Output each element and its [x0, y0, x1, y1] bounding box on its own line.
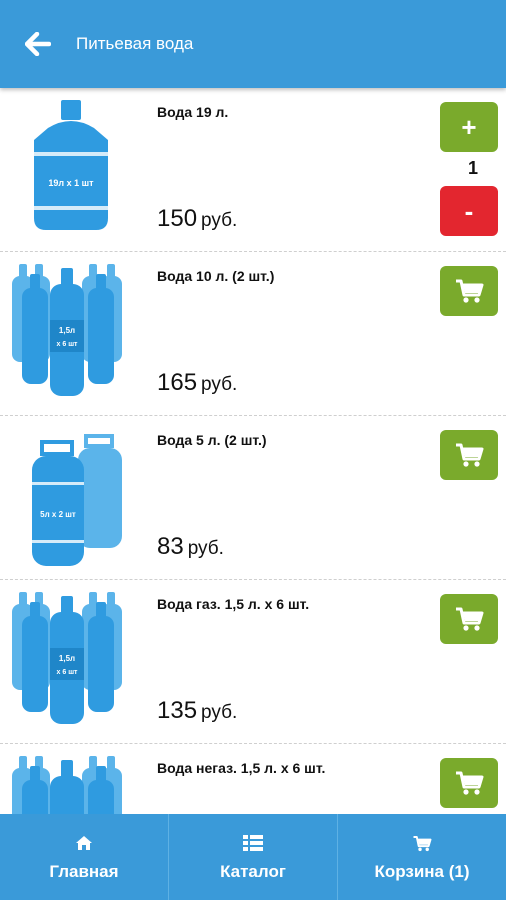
price-currency: руб. [201, 702, 238, 723]
product-item: 1,5л х 6 шт Вода 10 л. (2 шт.) 165 руб. [0, 252, 506, 416]
six-pack-image [12, 756, 122, 814]
list-icon [243, 835, 263, 851]
tab-label: Каталог [220, 862, 286, 881]
add-to-cart-button[interactable] [440, 758, 498, 808]
six-pack-image: 1,5л х 6 шт [12, 264, 122, 396]
cart-icon [413, 835, 432, 851]
app-bar: Питьевая вода [0, 0, 506, 88]
minus-icon: - [464, 195, 474, 226]
cart-icon [456, 279, 484, 303]
product-list: 19л х 1 шт Вода 19 л. 150 руб. + 1 - 1,5л… [0, 88, 506, 814]
page-title: Питьевая вода [76, 34, 194, 53]
decrease-quantity-button[interactable]: - [440, 186, 498, 236]
svg-text:х 6 шт: х 6 шт [57, 341, 79, 348]
product-item: 19л х 1 шт Вода 19 л. 150 руб. + 1 - [0, 88, 506, 252]
increase-quantity-button[interactable]: + [440, 102, 498, 152]
price-currency: руб. [201, 210, 238, 231]
bottle-19l-image: 19л х 1 шт [34, 100, 108, 230]
cart-icon [456, 443, 484, 467]
product-name: Вода негаз. 1,5 л. х 6 шт. [157, 760, 326, 776]
svg-text:1,5л: 1,5л [59, 326, 75, 335]
price-currency: руб. [201, 374, 238, 395]
product-price: 165 руб. [157, 369, 237, 397]
price-value: 83 [157, 533, 184, 560]
price-value: 135 [157, 697, 198, 724]
arrow-left-icon [25, 32, 51, 56]
price-currency: руб. [187, 538, 224, 559]
svg-text:х 6 шт: х 6 шт [57, 669, 79, 676]
product-name: Вода 19 л. [157, 104, 229, 120]
plus-icon: + [461, 111, 477, 142]
price-value: 165 [157, 369, 198, 396]
svg-text:19л х 1 шт: 19л х 1 шт [48, 178, 94, 188]
product-name: Вода газ. 1,5 л. х 6 шт. [157, 596, 310, 612]
svg-text:5л х 2 шт: 5л х 2 шт [40, 510, 76, 519]
product-price: 83 руб. [157, 533, 224, 561]
cart-icon [456, 771, 484, 795]
add-to-cart-button[interactable] [440, 594, 498, 644]
product-price: 135 руб. [157, 697, 237, 725]
tab-home[interactable]: Главная [0, 814, 168, 900]
back-button[interactable] [8, 0, 68, 88]
home-icon [76, 836, 92, 850]
tab-catalog[interactable]: Каталог [168, 814, 337, 900]
two-bottles-5l-image: 5л х 2 шт [32, 434, 122, 566]
product-item: Вода негаз. 1,5 л. х 6 шт. [0, 744, 506, 814]
product-name: Вода 10 л. (2 шт.) [157, 268, 275, 284]
cart-icon [456, 607, 484, 631]
product-name: Вода 5 л. (2 шт.) [157, 432, 267, 448]
add-to-cart-button[interactable] [440, 266, 498, 316]
six-pack-image: 1,5л х 6 шт [12, 592, 122, 724]
add-to-cart-button[interactable] [440, 430, 498, 480]
tab-label: Корзина (1) [374, 862, 470, 881]
tab-label: Главная [49, 862, 119, 881]
price-value: 150 [157, 205, 198, 232]
quantity-value: 1 [467, 158, 478, 178]
tab-cart[interactable]: Корзина (1) [337, 814, 506, 900]
product-item: 1,5л х 6 шт Вода газ. 1,5 л. х 6 шт. 135… [0, 580, 506, 744]
product-price: 150 руб. [157, 205, 237, 233]
bottom-tab-bar: Главная Каталог Корзина (1) [0, 814, 506, 900]
svg-text:1,5л: 1,5л [59, 654, 75, 663]
product-item: 5л х 2 шт Вода 5 л. (2 шт.) 83 руб. [0, 416, 506, 580]
